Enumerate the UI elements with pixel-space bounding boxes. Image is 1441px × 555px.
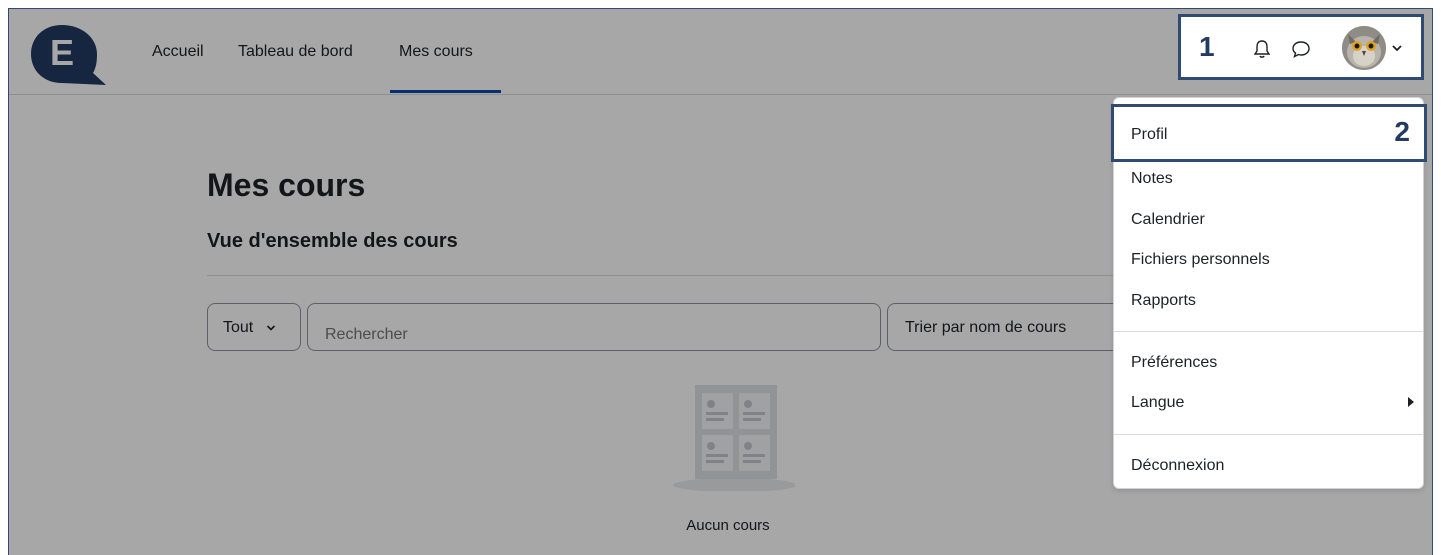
- user-dropdown-menu: Profil 2 Notes Calendrier Fichiers perso…: [1111, 97, 1427, 489]
- section-title: Vue d'ensemble des cours: [207, 230, 458, 252]
- user-menu-bar: 1: [1178, 14, 1424, 80]
- nav-link-dashboard[interactable]: Tableau de bord: [238, 43, 353, 61]
- callout-marker-1: 1: [1199, 31, 1215, 62]
- caret-right-icon: [1408, 397, 1414, 407]
- menu-item-logout[interactable]: Déconnexion: [1131, 457, 1224, 475]
- menu-item-language[interactable]: Langue: [1131, 394, 1184, 412]
- site-logo[interactable]: E: [27, 21, 107, 87]
- chevron-down-icon[interactable]: [1391, 43, 1403, 53]
- menu-item-profile[interactable]: Profil 2: [1111, 104, 1427, 162]
- sort-select-value: Trier par nom de cours: [905, 319, 1067, 336]
- menu-item-calendar[interactable]: Calendrier: [1131, 211, 1205, 229]
- active-tab-indicator: [390, 90, 501, 93]
- menu-item-reports[interactable]: Rapports: [1131, 292, 1196, 310]
- menu-item-preferences[interactable]: Préférences: [1131, 354, 1217, 372]
- page-title: Mes cours: [207, 167, 366, 203]
- nav-link-home[interactable]: Accueil: [152, 43, 204, 61]
- menu-item-grades[interactable]: Notes: [1131, 170, 1173, 188]
- filter-select-value: Tout: [223, 319, 254, 336]
- menu-divider: [1114, 434, 1423, 435]
- no-courses-illustration: [673, 385, 795, 491]
- menu-divider: [1114, 331, 1423, 332]
- filter-select[interactable]: Tout: [207, 303, 301, 351]
- menu-item-private-files[interactable]: Fichiers personnels: [1131, 251, 1270, 269]
- bell-icon[interactable]: [1253, 39, 1271, 59]
- callout-marker-2: 2: [1394, 116, 1410, 147]
- logo-letter: E: [50, 32, 74, 73]
- search-input[interactable]: [307, 303, 881, 351]
- chat-icon[interactable]: [1291, 40, 1311, 58]
- nav-link-my-courses[interactable]: Mes cours: [399, 43, 473, 61]
- menu-item-profile-label: Profil: [1131, 126, 1168, 143]
- chevron-down-icon: [266, 325, 276, 331]
- app-window: E Accueil Tableau de bord Mes cours Mes …: [8, 8, 1433, 555]
- divider: [207, 275, 1117, 276]
- empty-state-text: Aucun cours: [686, 517, 770, 534]
- avatar[interactable]: [1342, 26, 1386, 70]
